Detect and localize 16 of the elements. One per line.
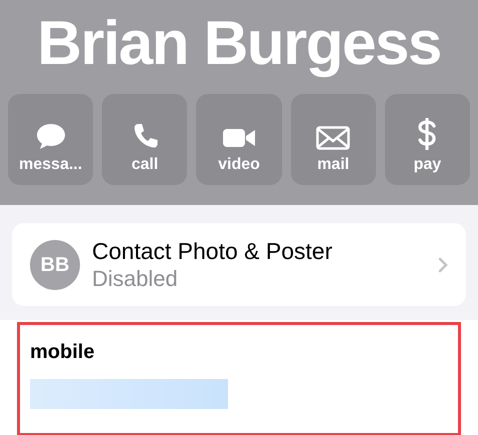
- field-label: mobile: [30, 340, 96, 365]
- card-status: Disabled: [92, 264, 179, 292]
- avatar: BB: [30, 240, 80, 290]
- action-button[interactable]: messa...: [8, 94, 94, 185]
- envelope-icon: [316, 126, 350, 150]
- chevron-icon: [438, 256, 448, 272]
- action-button[interactable]: call: [102, 94, 188, 185]
- contact-name: Brian Burgess: [37, 8, 441, 80]
- card-title: Contact Photo & Poster: [92, 236, 334, 264]
- phone-icon: [132, 122, 158, 150]
- action-button[interactable]: mail: [290, 94, 376, 185]
- action-button[interactable]: pay: [384, 94, 470, 185]
- dollar-icon: [417, 118, 438, 150]
- action-button[interactable]: video: [196, 94, 282, 185]
- video-camera-icon: [222, 126, 256, 150]
- speech-bubble-icon: [36, 122, 66, 150]
